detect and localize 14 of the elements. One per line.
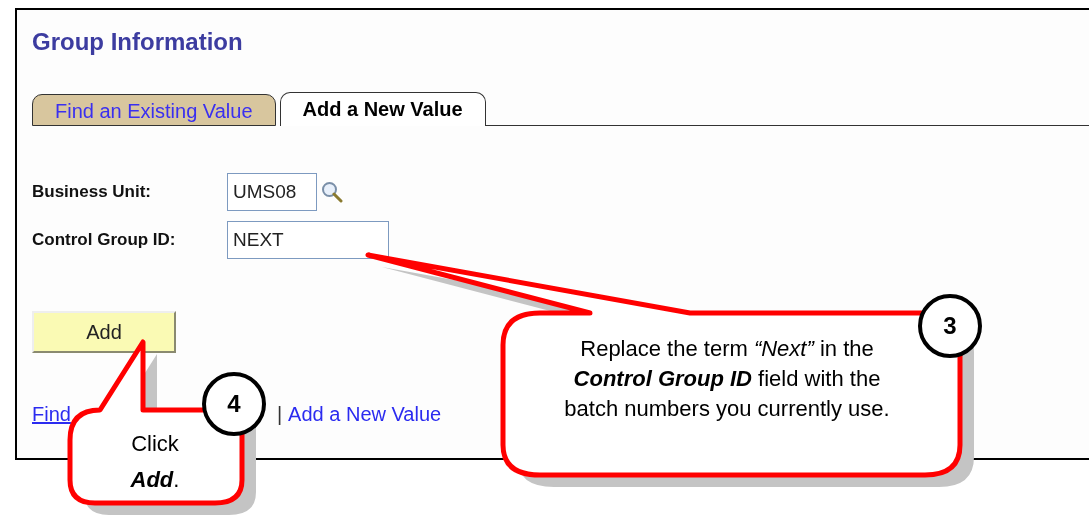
input-field[interactable]: NEXT <box>227 221 389 259</box>
find-link[interactable]: Find <box>32 403 71 426</box>
search-icon[interactable] <box>321 181 343 203</box>
page-title: Group Information <box>32 28 244 56</box>
field-label: Control Group ID: <box>32 230 177 250</box>
add-button[interactable]: Add <box>32 311 176 353</box>
callout-text: Replace the term “Next” in the Control Group ID field with the batch numbers you currently use. <box>563 335 891 423</box>
field-label: Business Unit: <box>32 182 153 202</box>
tab[interactable]: Add a New Value <box>279 92 486 126</box>
tab[interactable]: Find an Existing Value <box>32 94 276 126</box>
callout-text: Click Add. <box>129 430 181 494</box>
add-new-value-link[interactable]: Add a New Value <box>288 403 442 426</box>
link-separator: | <box>276 403 283 426</box>
input-field[interactable]: UMS08 <box>227 173 317 211</box>
